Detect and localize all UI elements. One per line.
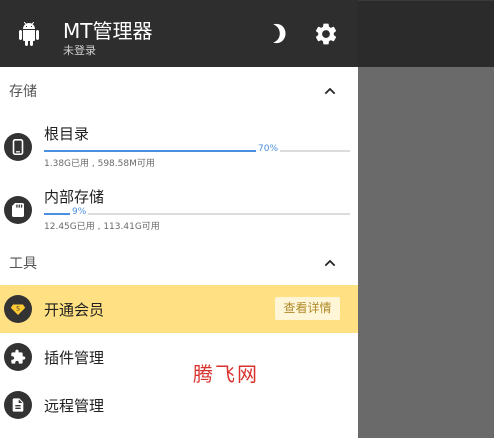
chevron-up-icon[interactable] bbox=[322, 255, 338, 271]
storage-percent: 70% bbox=[256, 144, 281, 154]
storage-progress-fill bbox=[44, 213, 70, 215]
background-app-bar bbox=[358, 0, 494, 67]
storage-progress-bar bbox=[44, 213, 350, 215]
storage-progress-fill bbox=[44, 150, 258, 152]
app-title: MT管理器 bbox=[63, 19, 153, 43]
tool-item-remote[interactable]: 远程管理 bbox=[0, 381, 358, 429]
storage-size: 12.45G已用 , 113.41G可用 bbox=[44, 222, 160, 232]
storage-percent: 9% bbox=[70, 207, 89, 217]
svg-text:S: S bbox=[16, 306, 20, 313]
vip-badge-icon: S bbox=[4, 295, 32, 323]
gear-icon[interactable] bbox=[313, 21, 339, 47]
drawer-header: MT管理器 未登录 bbox=[0, 0, 358, 67]
tools-section-header[interactable]: 工具 bbox=[0, 239, 358, 285]
storage-item-root[interactable]: 根目录 70% 1.38G已用 , 598.58M可用 bbox=[0, 113, 358, 176]
storage-name: 内部存储 bbox=[44, 188, 105, 206]
sd-card-icon bbox=[4, 196, 32, 224]
tool-name: 插件管理 bbox=[44, 349, 105, 367]
section-label: 存储 bbox=[9, 84, 37, 100]
tool-name: 开通会员 bbox=[44, 301, 105, 319]
android-icon bbox=[19, 22, 39, 46]
moon-icon[interactable] bbox=[263, 21, 289, 47]
puzzle-icon bbox=[4, 343, 32, 371]
tool-item-vip[interactable]: S 开通会员 查看详情 bbox=[0, 285, 358, 333]
storage-progress-bar bbox=[44, 150, 350, 152]
tool-item-plugins[interactable]: 插件管理 bbox=[0, 333, 358, 381]
phone-icon bbox=[4, 133, 32, 161]
section-label: 工具 bbox=[9, 256, 37, 272]
chevron-up-icon[interactable] bbox=[322, 83, 338, 99]
storage-name: 根目录 bbox=[44, 125, 90, 143]
document-icon bbox=[4, 391, 32, 419]
storage-section-header[interactable]: 存储 bbox=[0, 67, 358, 113]
tool-name: 远程管理 bbox=[44, 397, 105, 415]
storage-size: 1.38G已用 , 598.58M可用 bbox=[44, 159, 155, 169]
view-details-button[interactable]: 查看详情 bbox=[275, 297, 340, 320]
storage-item-internal[interactable]: 内部存储 9% 12.45G已用 , 113.41G可用 bbox=[0, 176, 358, 239]
navigation-drawer: MT管理器 未登录 存储 根目录 70% 1.38G已用 , 598.58M可用 bbox=[0, 0, 358, 438]
watermark-text: 腾飞网 bbox=[193, 362, 259, 386]
login-status[interactable]: 未登录 bbox=[63, 42, 96, 58]
